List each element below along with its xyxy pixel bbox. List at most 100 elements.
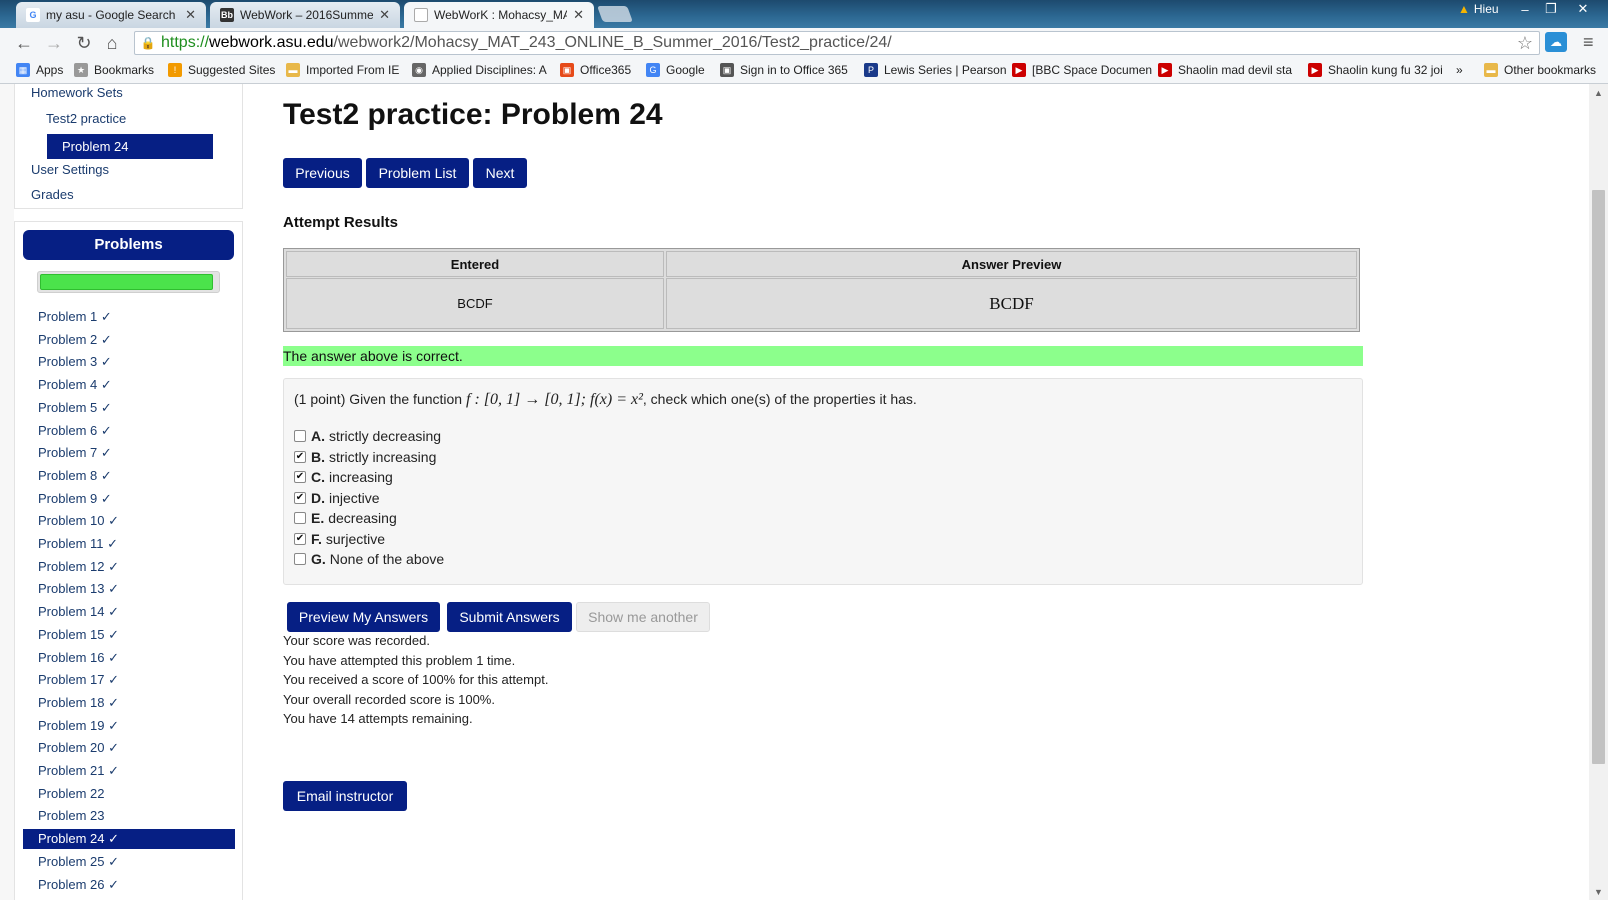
nav-set-test2-practice[interactable]: Test2 practice [46, 111, 126, 126]
problem-list-item[interactable]: Problem 10 ✓ [23, 511, 235, 531]
choice-item[interactable]: ✔ B. strictly increasing [294, 448, 436, 466]
choice-item[interactable]: ✔ C. increasing [294, 468, 393, 486]
bookmark-item[interactable]: ◉ Applied Disciplines: A [412, 63, 547, 77]
problem-list-item[interactable]: Problem 17 ✓ [23, 670, 235, 690]
problem-list-item[interactable]: Problem 15 ✓ [23, 625, 235, 645]
reload-icon[interactable]: ↻ [72, 32, 96, 54]
pearson-icon: P [864, 63, 878, 77]
problem-list-item[interactable]: Problem 3 ✓ [23, 352, 235, 372]
problem-list-item[interactable]: Problem 22 [23, 784, 235, 804]
tab-close-icon[interactable]: ✕ [573, 7, 584, 23]
browser-tab-active[interactable]: WebWorK : Mohacsy_MAT ✕ [404, 2, 594, 28]
folder-icon: ▬ [286, 63, 300, 77]
problem-list-item[interactable]: Problem 16 ✓ [23, 648, 235, 668]
bookmark-item[interactable]: ▣ Sign in to Office 365 [720, 63, 848, 77]
next-button[interactable]: Next [473, 158, 527, 188]
extension-cloud-icon[interactable]: ☁ [1545, 32, 1567, 52]
checkbox-checked[interactable]: ✔ [294, 450, 306, 463]
tab-title: WebWork – 2016Summer [240, 8, 374, 22]
bookmark-item[interactable]: ▶ Shaolin kung fu 32 joi [1308, 63, 1443, 77]
close-window-icon[interactable]: ✕ [1566, 0, 1600, 18]
problem-list-item[interactable]: Problem 25 ✓ [23, 852, 235, 872]
restore-icon[interactable]: ❐ [1538, 0, 1564, 18]
problem-list-item[interactable]: Problem 14 ✓ [23, 602, 235, 622]
address-bar[interactable]: 🔒 https://webwork.asu.edu/webwork2/Mohac… [134, 31, 1540, 55]
bookmark-item[interactable]: ▬ Imported From IE [286, 63, 399, 77]
nav-current-problem[interactable]: Problem 24 [47, 134, 213, 159]
home-icon[interactable]: ⌂ [100, 32, 124, 54]
bookmark-item[interactable]: ▦ Apps [16, 63, 63, 77]
show-me-another-button[interactable]: Show me another [576, 602, 710, 632]
checkbox-checked[interactable]: ✔ [294, 491, 306, 504]
nav-grades[interactable]: Grades [31, 187, 74, 202]
minimize-icon[interactable]: – [1512, 0, 1538, 18]
bookmark-item[interactable]: ★ Bookmarks [74, 63, 154, 77]
problem-list-item[interactable]: Problem 9 ✓ [23, 489, 235, 509]
bookmark-item[interactable]: ▶ Shaolin mad devil sta [1158, 63, 1292, 77]
nav-homework-sets[interactable]: Homework Sets [31, 85, 123, 100]
problem-list-item[interactable]: Problem 12 ✓ [23, 557, 235, 577]
new-tab-button[interactable] [597, 6, 633, 22]
checkbox-unchecked[interactable] [294, 430, 306, 442]
youtube-icon: ▶ [1308, 63, 1322, 77]
problem-list-item[interactable]: Problem 11 ✓ [23, 534, 235, 554]
bookmark-item[interactable]: G Google [646, 63, 705, 77]
problem-list-item[interactable]: Problem 7 ✓ [23, 443, 235, 463]
bookmark-star-icon[interactable]: ☆ [1517, 33, 1533, 54]
problem-list-item[interactable]: Problem 5 ✓ [23, 398, 235, 418]
tab-close-icon[interactable]: ✕ [185, 7, 196, 23]
problem-list-item[interactable]: Problem 18 ✓ [23, 693, 235, 713]
problem-list-item[interactable]: Problem 19 ✓ [23, 716, 235, 736]
email-instructor-button[interactable]: Email instructor [283, 781, 407, 811]
url-path: /webwork2/Mohacsy_MAT_243_ONLINE_B_Summe… [333, 34, 892, 51]
choice-item[interactable]: G. None of the above [294, 550, 444, 568]
bookmark-item[interactable]: ▶ [BBC Space Documen [1012, 63, 1152, 77]
choice-item[interactable]: A. strictly decreasing [294, 427, 441, 445]
preview-answers-button[interactable]: Preview My Answers [287, 602, 440, 632]
star-icon: ★ [74, 63, 88, 77]
browser-tab[interactable]: G my asu - Google Search ✕ [16, 2, 206, 28]
previous-button[interactable]: Previous [283, 158, 362, 188]
forward-arrow-icon[interactable]: → [42, 32, 66, 54]
problem-list-item[interactable]: Problem 13 ✓ [23, 579, 235, 599]
problem-list-item[interactable]: Problem 2 ✓ [23, 330, 235, 350]
problem-list-item[interactable]: Problem 23 [23, 806, 235, 826]
choice-item[interactable]: E. decreasing [294, 509, 397, 527]
bookmark-label: Imported From IE [306, 63, 400, 77]
bookmark-item[interactable]: » [1456, 63, 1463, 77]
scroll-thumb[interactable] [1592, 190, 1605, 764]
problem-list-button[interactable]: Problem List [366, 158, 469, 188]
nav-user-settings[interactable]: User Settings [31, 162, 109, 177]
tab-close-icon[interactable]: ✕ [379, 7, 390, 23]
checkbox-checked[interactable]: ✔ [294, 471, 306, 483]
bookmark-item[interactable]: ▣ Office365 [560, 63, 631, 77]
problem-list-item[interactable]: Problem 6 ✓ [23, 421, 235, 441]
problem-list-item[interactable]: Problem 4 ✓ [23, 375, 235, 395]
problem-list-item[interactable]: Problem 21 ✓ [23, 761, 235, 781]
youtube-icon: ▶ [1012, 63, 1026, 77]
checkbox-unchecked[interactable] [294, 553, 306, 565]
problem-list-item-current[interactable]: Problem 24 ✓ [23, 829, 235, 850]
globe-icon: ◉ [412, 63, 426, 77]
choice-item[interactable]: ✔ D. injective [294, 489, 380, 507]
choice-item[interactable]: ✔ F. surjective [294, 530, 385, 548]
problem-list-item[interactable]: Problem 1 ✓ [23, 307, 235, 327]
bookmark-item[interactable]: ! Suggested Sites [168, 63, 275, 77]
bookmark-item[interactable]: ▬ Other bookmarks [1484, 63, 1596, 77]
page-scrollbar[interactable]: ▲ ▼ [1589, 84, 1608, 900]
problem-list-item[interactable]: Problem 26 ✓ [23, 875, 235, 895]
browser-tab[interactable]: Bb WebWork – 2016Summer ✕ [210, 2, 400, 28]
checkbox-checked[interactable]: ✔ [294, 532, 306, 545]
browser-menu-icon[interactable]: ≡ [1583, 32, 1594, 53]
bookmark-item[interactable]: P Lewis Series | Pearson [864, 63, 1007, 77]
back-arrow-icon[interactable]: ← [12, 32, 36, 54]
problem-list-item[interactable]: Problem 8 ✓ [23, 466, 235, 486]
profile-button[interactable]: ▲ Hieu [1458, 2, 1499, 16]
scroll-down-arrow-icon[interactable]: ▼ [1589, 883, 1608, 900]
scroll-up-arrow-icon[interactable]: ▲ [1589, 84, 1608, 101]
problem-prefix: (1 point) Given the function [294, 391, 466, 407]
table-header-entered: Entered [286, 251, 664, 277]
submit-answers-button[interactable]: Submit Answers [447, 602, 572, 632]
checkbox-unchecked[interactable] [294, 512, 306, 524]
problem-list-item[interactable]: Problem 20 ✓ [23, 738, 235, 758]
